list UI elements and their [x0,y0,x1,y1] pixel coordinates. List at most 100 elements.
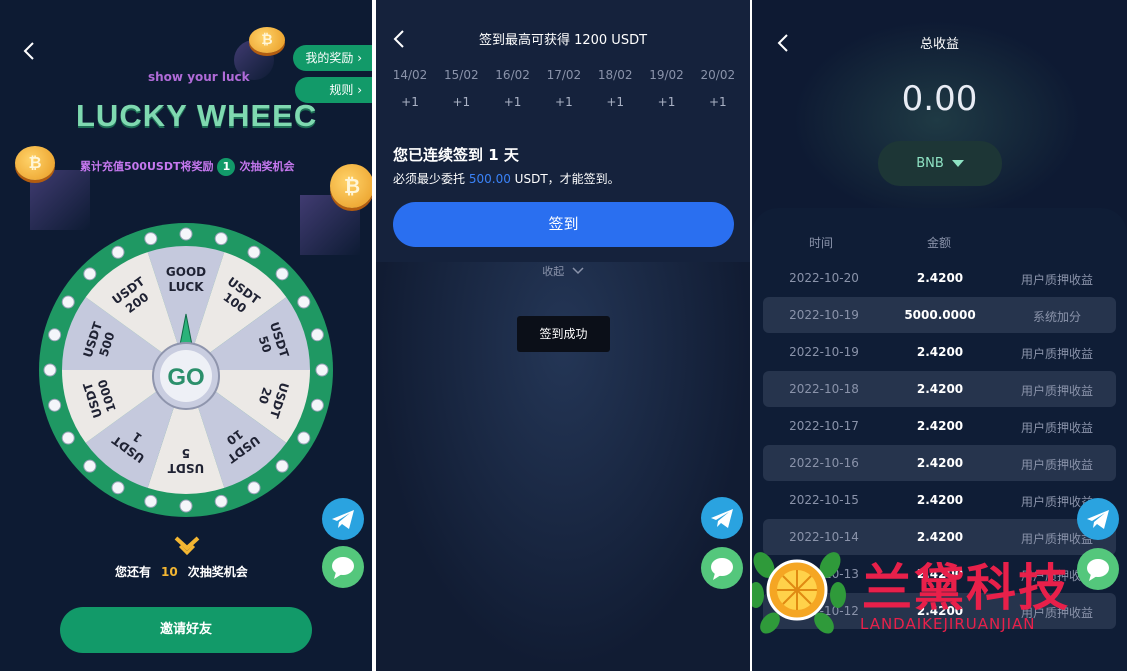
row-amount: 2.4200 [916,493,964,507]
table-row[interactable]: 2022-10-16 2.4200 用户质押收益 [763,445,1116,481]
bitcoin-coin-icon [249,27,285,53]
checkin-screen: 签到最高可获得 1200 USDT 14/02 +1 15/02 +1 16/02 +1 1… [376,0,750,671]
rim-light [61,295,75,309]
rim-light [61,431,75,445]
checkin-day-bonus: +1 [452,95,471,109]
chevron-right-icon: › [357,51,362,65]
watermark: 兰黛科技 [862,559,1070,617]
orange-slice-logo-icon [752,552,846,634]
rim-light [214,232,228,246]
page-title: 签到最高可获得 1200 USDT [478,33,648,48]
checkin-day-bonus: +1 [555,95,573,109]
checkin-day-date: 19/02 [649,68,684,82]
prize-wheel[interactable]: GOOD LUCK USDT100USDT50USDT20USDT10USDT5US… [38,222,334,518]
row-date: 2022-10-17 [789,419,859,433]
chevron-down-icon [572,267,584,275]
rim-light [179,499,193,513]
chat-button[interactable] [322,546,364,588]
chat-button[interactable] [1077,548,1119,590]
requirement-text: 必须最少委托 500.00 USDT，才能签到。 [393,170,620,187]
row-date: 2022-10-20 [789,271,859,285]
coin-label: BNB [916,156,944,171]
row-date: 2022-10-19 [789,308,859,322]
table-row[interactable]: 2022-10-17 2.4200 用户质押收益 [763,408,1116,444]
checkin-day-date: 20/02 [700,68,736,82]
checkin-day-bonus: +1 [708,95,727,109]
checkin-day-date: 15/02 [444,68,479,82]
consecutive-days: 您已连续签到 1 天 [393,146,519,164]
rim-light [83,459,97,473]
chat-button[interactable] [701,547,743,589]
row-amount: 2.4200 [916,382,964,396]
checkin-day-date: 17/02 [546,68,582,82]
row-amount: 2.4200 [916,345,964,359]
rim-light [310,398,324,412]
coin-selector[interactable]: BNB [878,141,1002,186]
collapse-label: 收起 [542,265,565,278]
table-row[interactable]: 2022-10-18 2.4200 用户质押收益 [763,371,1116,407]
rim-light [214,494,228,508]
rim-light [247,245,261,259]
need-suffix: USDT，才能签到。 [514,172,620,186]
wheel-segment-label: GOOD LUCK [166,265,206,294]
header-time: 时间 [809,236,834,250]
row-type: 用户质押收益 [1020,273,1093,287]
page-title: 总收益 [919,37,959,52]
need-prefix: 必须最少委托 [393,172,466,186]
table-row[interactable]: 2022-10-20 2.4200 用户质押收益 [763,260,1116,296]
rim-light [48,398,62,412]
row-amount: 2.4200 [916,419,964,433]
rim-light [297,295,311,309]
row-type: 用户质押收益 [1020,458,1093,472]
chat-icon [1087,559,1109,581]
chevron-right-icon: › [357,83,362,97]
row-amount: 5000.0000 [904,308,976,322]
telegram-icon [1087,510,1109,529]
lucky-wheel-screen: 我的奖励 › 规则 › show your luck LUCKY WHEEC 累… [0,0,372,671]
row-amount: 2.4200 [916,456,964,470]
total-earnings: 0.00 [901,79,978,119]
checkin-day-bonus: +1 [503,95,522,109]
earnings-screen: 总收益 0.00 BNB 时间 金额 2022-10-20 2.4200 用户质押收… [752,0,1127,671]
promo-prefix: 累计充值500USDT将奖励 [80,160,214,173]
invite-friends-button[interactable]: 邀请好友 [60,607,312,653]
back-button[interactable] [22,40,36,67]
checkin-day-bonus: +1 [606,95,625,109]
telegram-button[interactable] [1077,498,1119,540]
header-amount: 金额 [927,236,952,250]
row-date: 2022-10-15 [789,493,859,507]
telegram-icon [332,510,354,529]
go-label: GO [167,364,204,391]
row-date: 2022-10-18 [789,382,859,396]
telegram-button[interactable] [701,497,743,539]
rim-light [144,232,158,246]
watermark-sub: LANDAIKEJIRUANJIAN [860,615,1036,633]
subtitle: show your luck [148,70,250,84]
table-row[interactable]: 2022-10-15 2.4200 用户质押收益 [763,482,1116,518]
sign-in-button[interactable]: 签到 [393,202,734,247]
promo-text: 累计充值500USDT将奖励 1 次抽奖机会 [80,158,294,176]
rim-light [275,267,289,281]
my-rewards-button[interactable]: 我的奖励 › [293,45,372,71]
collapse-toggle[interactable]: 收起 [376,263,750,279]
row-type: 用户质押收益 [1020,421,1093,435]
row-date: 2022-10-16 [789,456,859,470]
remain-count: 10 [161,565,178,579]
checkin-day-date: 14/02 [392,68,428,82]
success-toast: 签到成功 [517,316,610,352]
telegram-icon [711,509,733,528]
rim-light [315,363,329,377]
bitcoin-coin-icon [330,164,372,208]
need-amount: 500.00 [468,172,511,186]
table-row[interactable]: 2022-10-19 5000.0000 系统加分 [763,297,1116,333]
telegram-button[interactable] [322,498,364,540]
bitcoin-coin-icon [15,146,55,180]
table-row[interactable]: 2022-10-19 2.4200 用户质押收益 [763,334,1116,370]
checkin-day-bonus: +1 [657,95,676,109]
rim-light [83,267,97,281]
rim-light [48,328,62,342]
rim-light [275,459,289,473]
checkin-day-bonus: +1 [401,95,419,109]
promo-count-badge: 1 [217,158,236,176]
row-amount: 2.4200 [916,271,964,285]
